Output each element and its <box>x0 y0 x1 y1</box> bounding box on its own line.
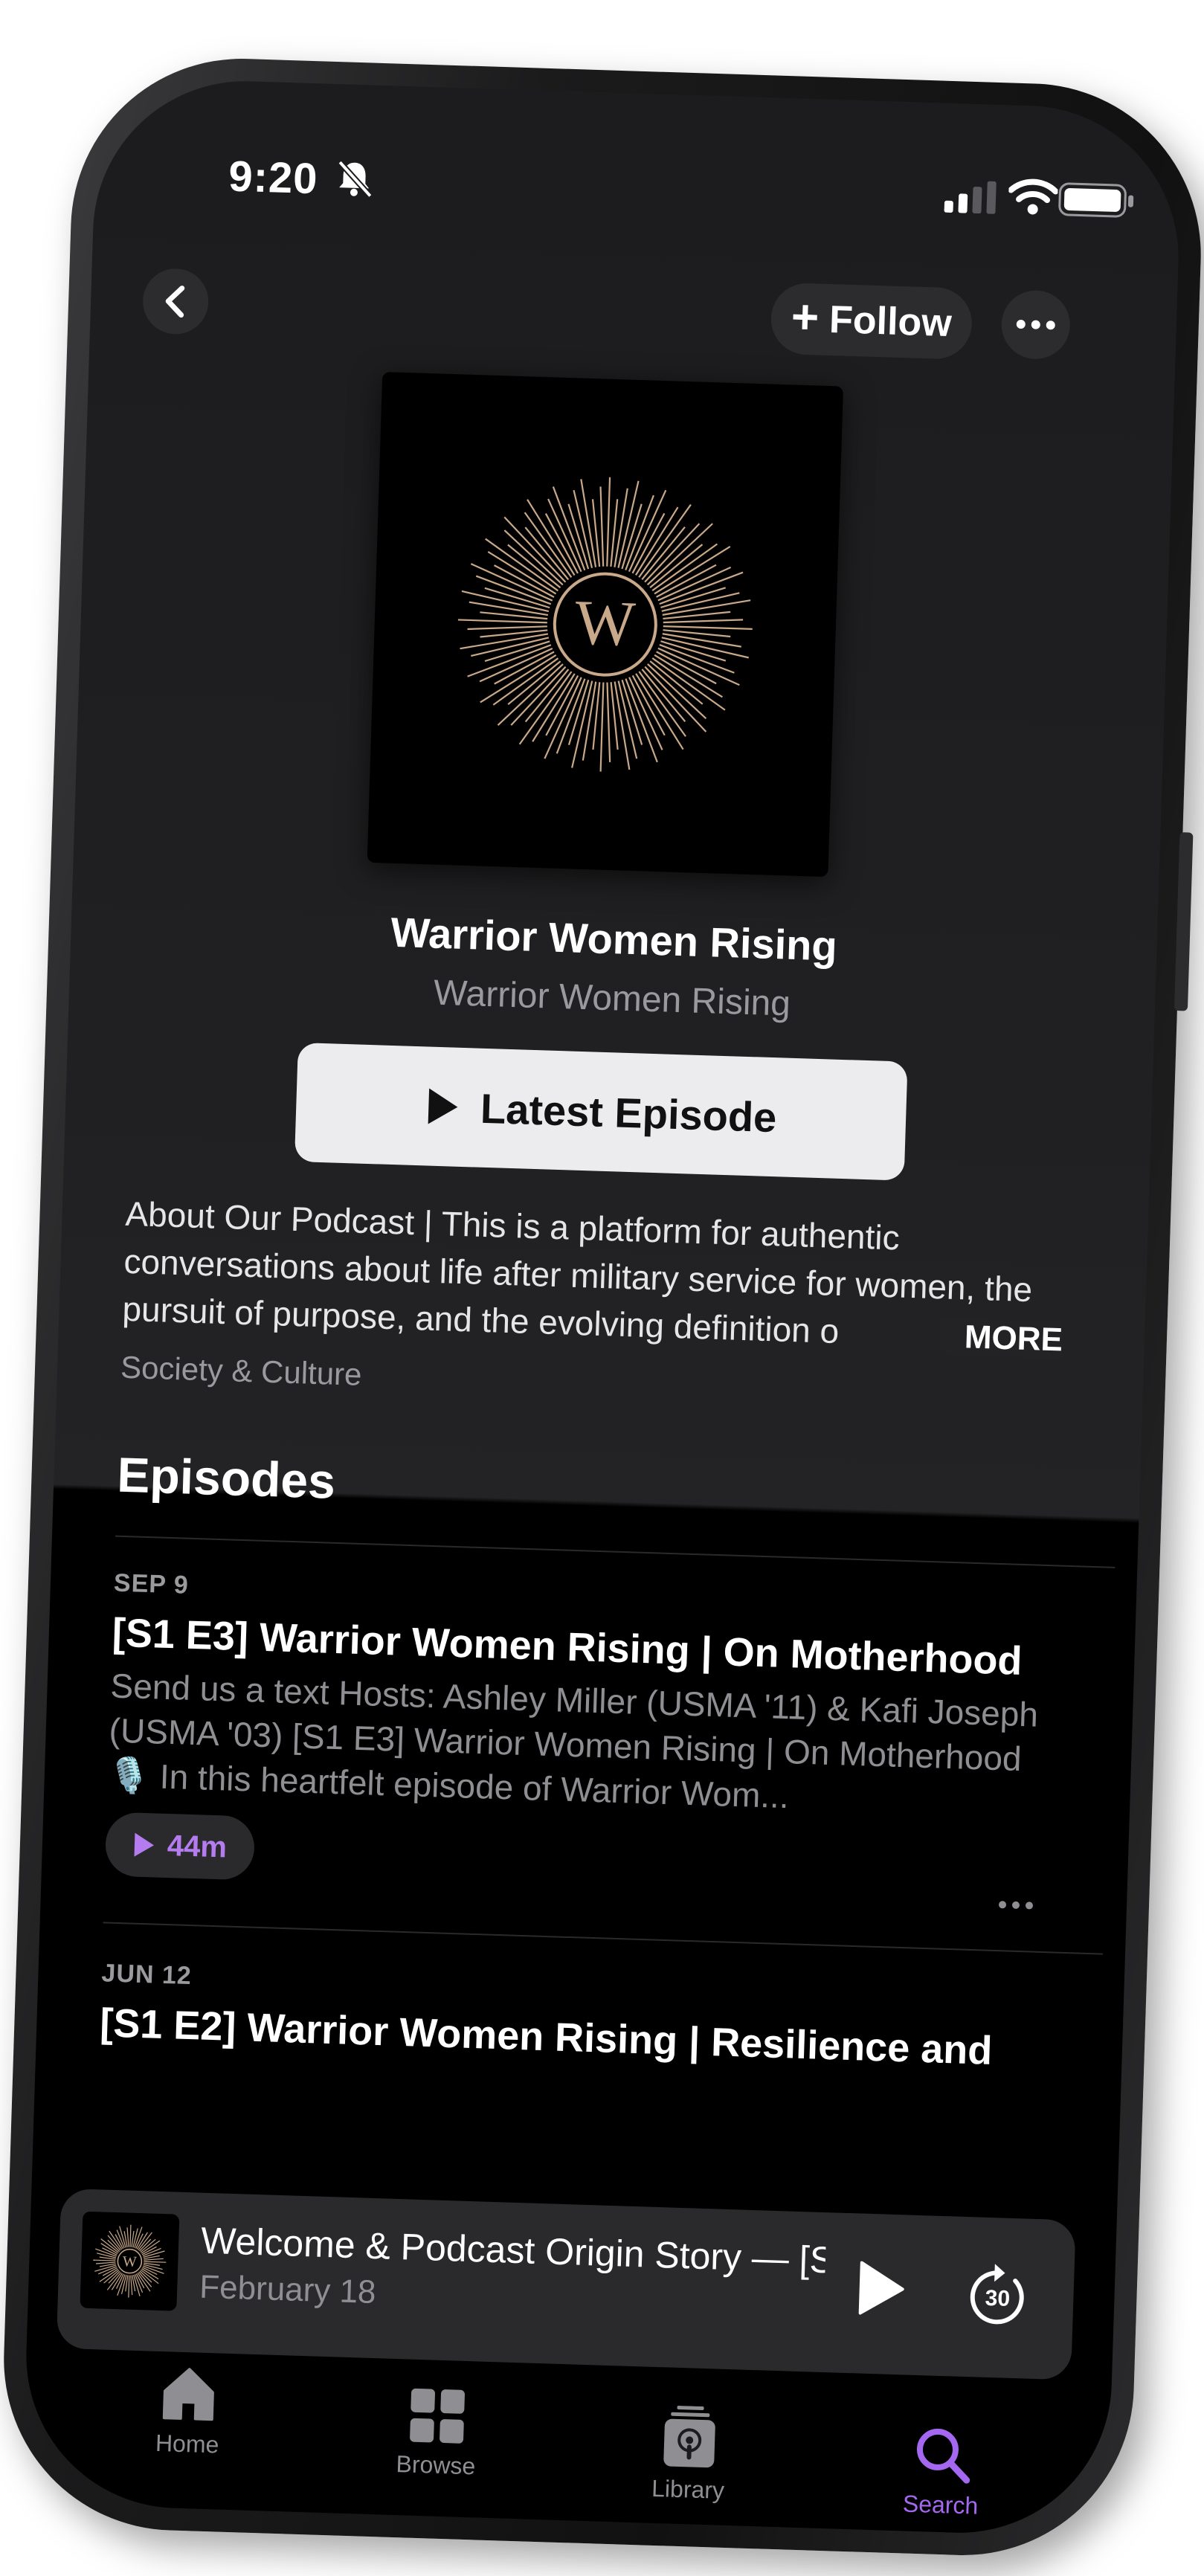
screen: 9:20 + Follow W Warrior Women Rising War… <box>22 76 1183 2538</box>
tab-browse[interactable]: Browse <box>346 2385 527 2482</box>
sunburst-ray <box>143 2255 160 2259</box>
sunburst-logo: W <box>457 477 753 772</box>
divider <box>115 1535 1116 1568</box>
plus-icon: + <box>790 289 820 344</box>
sunburst-ray <box>144 2261 167 2263</box>
wifi-icon <box>1008 178 1058 215</box>
episode-item[interactable]: SEP 9 [S1 E3] Warrior Women Rising | On … <box>104 1569 1043 1910</box>
more-options-button[interactable] <box>1000 289 1072 361</box>
sunburst-ray <box>132 2275 136 2292</box>
tab-label: Search <box>902 2490 979 2519</box>
play-icon <box>428 1088 458 1124</box>
tab-home[interactable]: Home <box>97 2361 279 2461</box>
phone-frame: 9:20 + Follow W Warrior Women Rising War… <box>0 53 1204 2561</box>
sunburst-ray <box>599 682 605 772</box>
sunburst-ray <box>657 647 740 686</box>
sunburst-ray <box>610 682 619 750</box>
tab-label: Home <box>155 2429 219 2459</box>
sunburst-ray <box>129 2224 132 2247</box>
tab-label: Library <box>651 2474 725 2504</box>
home-icon <box>162 2368 214 2421</box>
mini-player-artwork: W <box>80 2211 180 2311</box>
more-link[interactable]: MORE <box>912 1317 1063 1359</box>
sunburst-ray <box>457 619 547 624</box>
sunburst-ray <box>663 619 744 624</box>
ellipsis-icon <box>1016 320 1055 330</box>
follow-label: Follow <box>828 297 953 346</box>
artwork-letter: W <box>574 586 637 660</box>
tab-bar: Home Browse Library Search <box>22 2358 1111 2537</box>
mini-player-subtitle: February 18 <box>199 2268 377 2311</box>
sunburst-ray <box>628 489 667 573</box>
sunburst-ray <box>663 611 731 620</box>
category-label[interactable]: Society & Culture <box>120 1350 362 1393</box>
skip-label: 30 <box>985 2286 1010 2311</box>
library-icon <box>663 2405 715 2468</box>
ellipsis-icon <box>999 1901 1033 1910</box>
play-icon <box>134 1832 154 1857</box>
signal-icon <box>944 181 997 214</box>
episode-more-button[interactable] <box>998 1883 1034 1917</box>
sunburst-ray <box>480 629 548 638</box>
side-button <box>1174 832 1194 1011</box>
status-time: 9:20 <box>228 152 319 204</box>
mini-player[interactable]: W Welcome & Podcast Origin Story — [S Fe… <box>56 2188 1076 2380</box>
podcast-artwork: W <box>367 372 844 878</box>
sunburst-ray <box>544 677 582 759</box>
sunburst-ray <box>599 486 605 567</box>
sunburst-ray <box>591 499 601 567</box>
latest-episode-button[interactable]: Latest Episode <box>294 1042 908 1181</box>
sunburst-ray <box>606 682 611 762</box>
chevron-left-icon <box>165 286 185 318</box>
play-icon[interactable] <box>857 2259 907 2317</box>
bell-slash-icon <box>338 160 373 199</box>
episode-item[interactable]: JUN 12 [S1 E2] Warrior Women Rising | Re… <box>99 1959 1031 2075</box>
divider <box>103 1922 1104 1955</box>
sunburst-ray <box>467 625 547 631</box>
tab-search[interactable]: Search <box>851 2421 1032 2521</box>
battery-icon <box>1058 182 1134 218</box>
episode-summary: Send us a text Hosts: Ashley Miller (USM… <box>107 1666 1039 1816</box>
tab-label: Browse <box>396 2450 476 2480</box>
tab-library[interactable]: Library <box>599 2403 780 2506</box>
mini-artwork-letter: W <box>123 2253 138 2270</box>
episode-play-button[interactable]: 44m <box>104 1812 256 1881</box>
sunburst-ray <box>470 563 553 602</box>
sunburst-ray <box>99 2263 116 2267</box>
sunburst-ray <box>123 2231 128 2248</box>
sunburst-ray <box>93 2259 116 2261</box>
sunburst-ray <box>663 625 753 630</box>
grid-icon <box>410 2388 465 2444</box>
status-bar: 9:20 <box>94 147 1181 248</box>
skip-forward-30-icon[interactable]: 30 <box>965 2260 1031 2329</box>
search-icon <box>916 2428 970 2484</box>
episodes-heading: Episodes <box>116 1446 337 1509</box>
follow-button[interactable]: + Follow <box>770 282 973 360</box>
mini-sunburst-logo: W <box>93 2224 167 2298</box>
latest-episode-label: Latest Episode <box>480 1084 778 1141</box>
episode-duration: 44m <box>167 1829 228 1864</box>
back-button[interactable] <box>141 267 210 335</box>
sunburst-ray <box>606 477 611 567</box>
